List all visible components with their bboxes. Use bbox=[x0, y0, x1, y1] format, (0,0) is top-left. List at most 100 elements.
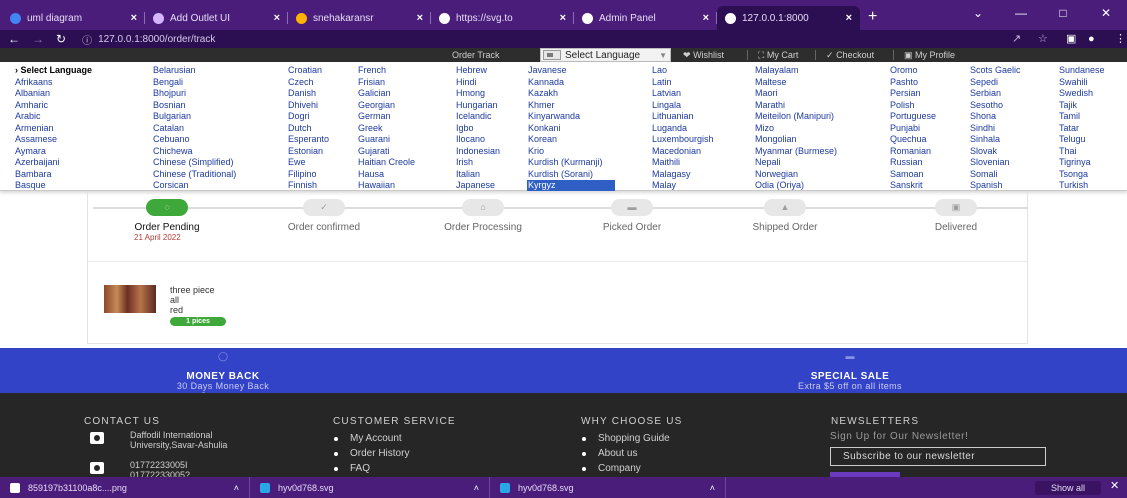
language-option[interactable]: Hausa bbox=[357, 169, 384, 180]
language-select[interactable]: Select Language ▼ bbox=[540, 48, 671, 62]
language-option[interactable]: Estonian bbox=[287, 146, 323, 157]
language-option[interactable]: Irish bbox=[455, 157, 473, 168]
language-option[interactable]: Samoan bbox=[889, 169, 924, 180]
tab-close-icon[interactable]: × bbox=[274, 12, 280, 24]
language-option[interactable]: Kurdish (Sorani) bbox=[527, 169, 593, 180]
language-option[interactable]: Icelandic bbox=[455, 111, 492, 122]
language-option[interactable]: German bbox=[357, 111, 391, 122]
order-track-link[interactable]: Order Track bbox=[452, 48, 500, 62]
browser-tab[interactable]: https://svg.to × bbox=[431, 6, 574, 30]
language-option[interactable]: Meiteilon (Manipuri) bbox=[754, 111, 834, 122]
language-option[interactable]: Chichewa bbox=[152, 146, 193, 157]
close-shelf-icon[interactable]: ✕ bbox=[1110, 479, 1119, 492]
language-option[interactable]: Dutch bbox=[287, 123, 312, 134]
language-option[interactable]: Norwegian bbox=[754, 169, 798, 180]
language-option[interactable]: Albanian bbox=[14, 88, 50, 99]
language-option[interactable]: Spanish bbox=[969, 180, 1003, 191]
language-option[interactable]: Maltese bbox=[754, 77, 787, 88]
browser-tab[interactable]: uml diagram × bbox=[2, 6, 145, 30]
bookmark-star-icon[interactable]: ☆ bbox=[1038, 30, 1048, 48]
download-item[interactable]: hyv0d768.svg ˄ bbox=[490, 477, 726, 498]
tab-close-icon[interactable]: × bbox=[846, 12, 852, 24]
footer-link-about-us[interactable]: About us bbox=[578, 448, 637, 459]
language-option[interactable]: Greek bbox=[357, 123, 383, 134]
language-option[interactable]: Bhojpuri bbox=[152, 88, 186, 99]
language-option[interactable]: Malayalam bbox=[754, 65, 799, 76]
browser-tab[interactable]: Add Outlet UI × bbox=[145, 6, 288, 30]
language-option[interactable]: Azerbaijani bbox=[14, 157, 60, 168]
language-option[interactable]: Sundanese bbox=[1058, 65, 1105, 76]
language-option[interactable]: Chinese (Simplified) bbox=[152, 157, 234, 168]
download-item[interactable]: 859197b31100a8c....png ˄ bbox=[0, 477, 250, 498]
language-option[interactable]: Sepedi bbox=[969, 77, 998, 88]
my-profile-link[interactable]: ▣ My Profile bbox=[904, 48, 955, 62]
footer-link-my-account[interactable]: My Account bbox=[330, 433, 402, 444]
footer-link-faq[interactable]: FAQ bbox=[330, 463, 370, 474]
language-option[interactable]: Tsonga bbox=[1058, 169, 1088, 180]
language-option[interactable]: Pashto bbox=[889, 77, 918, 88]
language-option[interactable]: Kinyarwanda bbox=[527, 111, 580, 122]
language-option[interactable]: Luxembourgish bbox=[651, 134, 714, 145]
profile-icon[interactable]: ● bbox=[1088, 30, 1095, 48]
language-option[interactable]: Dogri bbox=[287, 111, 310, 122]
tab-close-icon[interactable]: × bbox=[417, 12, 423, 24]
language-option[interactable]: Swedish bbox=[1058, 88, 1093, 99]
language-option[interactable]: Aymara bbox=[14, 146, 46, 157]
language-option[interactable]: Basque bbox=[14, 180, 46, 191]
wishlist-link[interactable]: ❤ Wishlist bbox=[683, 48, 724, 62]
chevron-up-icon[interactable]: ˄ bbox=[474, 483, 479, 493]
language-option[interactable]: Bosnian bbox=[152, 100, 186, 111]
language-option[interactable]: Armenian bbox=[14, 123, 54, 134]
language-option[interactable]: Mongolian bbox=[754, 134, 797, 145]
language-option[interactable]: Bambara bbox=[14, 169, 52, 180]
language-option[interactable]: Kannada bbox=[527, 77, 564, 88]
language-option[interactable]: Sesotho bbox=[969, 100, 1003, 111]
language-option[interactable]: Lao bbox=[651, 65, 667, 76]
browser-tab[interactable]: snehakaransr × bbox=[288, 6, 431, 30]
language-option[interactable]: Thai bbox=[1058, 146, 1077, 157]
tab-close-icon[interactable]: × bbox=[703, 12, 709, 24]
forward-icon[interactable]: → bbox=[32, 30, 44, 48]
reload-icon[interactable]: ↻ bbox=[56, 30, 66, 48]
new-tab-button[interactable]: + bbox=[868, 6, 877, 30]
side-panel-icon[interactable]: ▣ bbox=[1066, 30, 1076, 48]
site-info-icon[interactable]: ⓘ bbox=[82, 32, 92, 47]
newsletter-email-input[interactable] bbox=[830, 447, 1046, 466]
language-option[interactable]: Croatian bbox=[287, 65, 322, 76]
language-option[interactable]: Malay bbox=[651, 180, 676, 191]
language-option[interactable]: Italian bbox=[455, 169, 480, 180]
language-option[interactable]: Korean bbox=[527, 134, 557, 145]
minimize-icon[interactable]: — bbox=[1000, 0, 1042, 30]
browser-menu-icon[interactable]: ⋮ bbox=[1115, 30, 1126, 48]
language-option[interactable]: Gujarati bbox=[357, 146, 390, 157]
language-option[interactable]: Persian bbox=[889, 88, 921, 99]
language-option[interactable]: Maori bbox=[754, 88, 778, 99]
language-option[interactable]: Telugu bbox=[1058, 134, 1086, 145]
back-icon[interactable]: ← bbox=[8, 30, 20, 48]
language-option[interactable]: Amharic bbox=[14, 100, 48, 111]
language-option[interactable]: Romanian bbox=[889, 146, 931, 157]
language-option[interactable]: Odia (Oriya) bbox=[754, 180, 804, 191]
language-option[interactable]: Danish bbox=[287, 88, 316, 99]
language-option[interactable]: Arabic bbox=[14, 111, 41, 122]
share-icon[interactable]: ↗ bbox=[1012, 30, 1021, 48]
language-option[interactable]: Luganda bbox=[651, 123, 687, 134]
language-option[interactable]: Serbian bbox=[969, 88, 1001, 99]
language-option[interactable]: Marathi bbox=[754, 100, 785, 111]
maximize-icon[interactable]: □ bbox=[1042, 0, 1084, 30]
language-option[interactable]: Sinhala bbox=[969, 134, 1000, 145]
language-option[interactable]: Nepali bbox=[754, 157, 781, 168]
language-option[interactable]: Kazakh bbox=[527, 88, 558, 99]
browser-tab[interactable]: Admin Panel × bbox=[574, 6, 717, 30]
language-option[interactable]: Tamil bbox=[1058, 111, 1080, 122]
checkout-link[interactable]: ✓ Checkout bbox=[826, 48, 874, 62]
footer-link-order-history[interactable]: Order History bbox=[330, 448, 409, 459]
language-option[interactable]: Japanese bbox=[455, 180, 495, 191]
language-option[interactable]: Mizo bbox=[754, 123, 774, 134]
language-option[interactable]: Georgian bbox=[357, 100, 395, 111]
language-option[interactable]: Krio bbox=[527, 146, 544, 157]
tab-close-icon[interactable]: × bbox=[560, 12, 566, 24]
language-option[interactable]: Polish bbox=[889, 100, 915, 111]
language-option[interactable]: Catalan bbox=[152, 123, 184, 134]
tab-close-icon[interactable]: × bbox=[131, 12, 137, 24]
